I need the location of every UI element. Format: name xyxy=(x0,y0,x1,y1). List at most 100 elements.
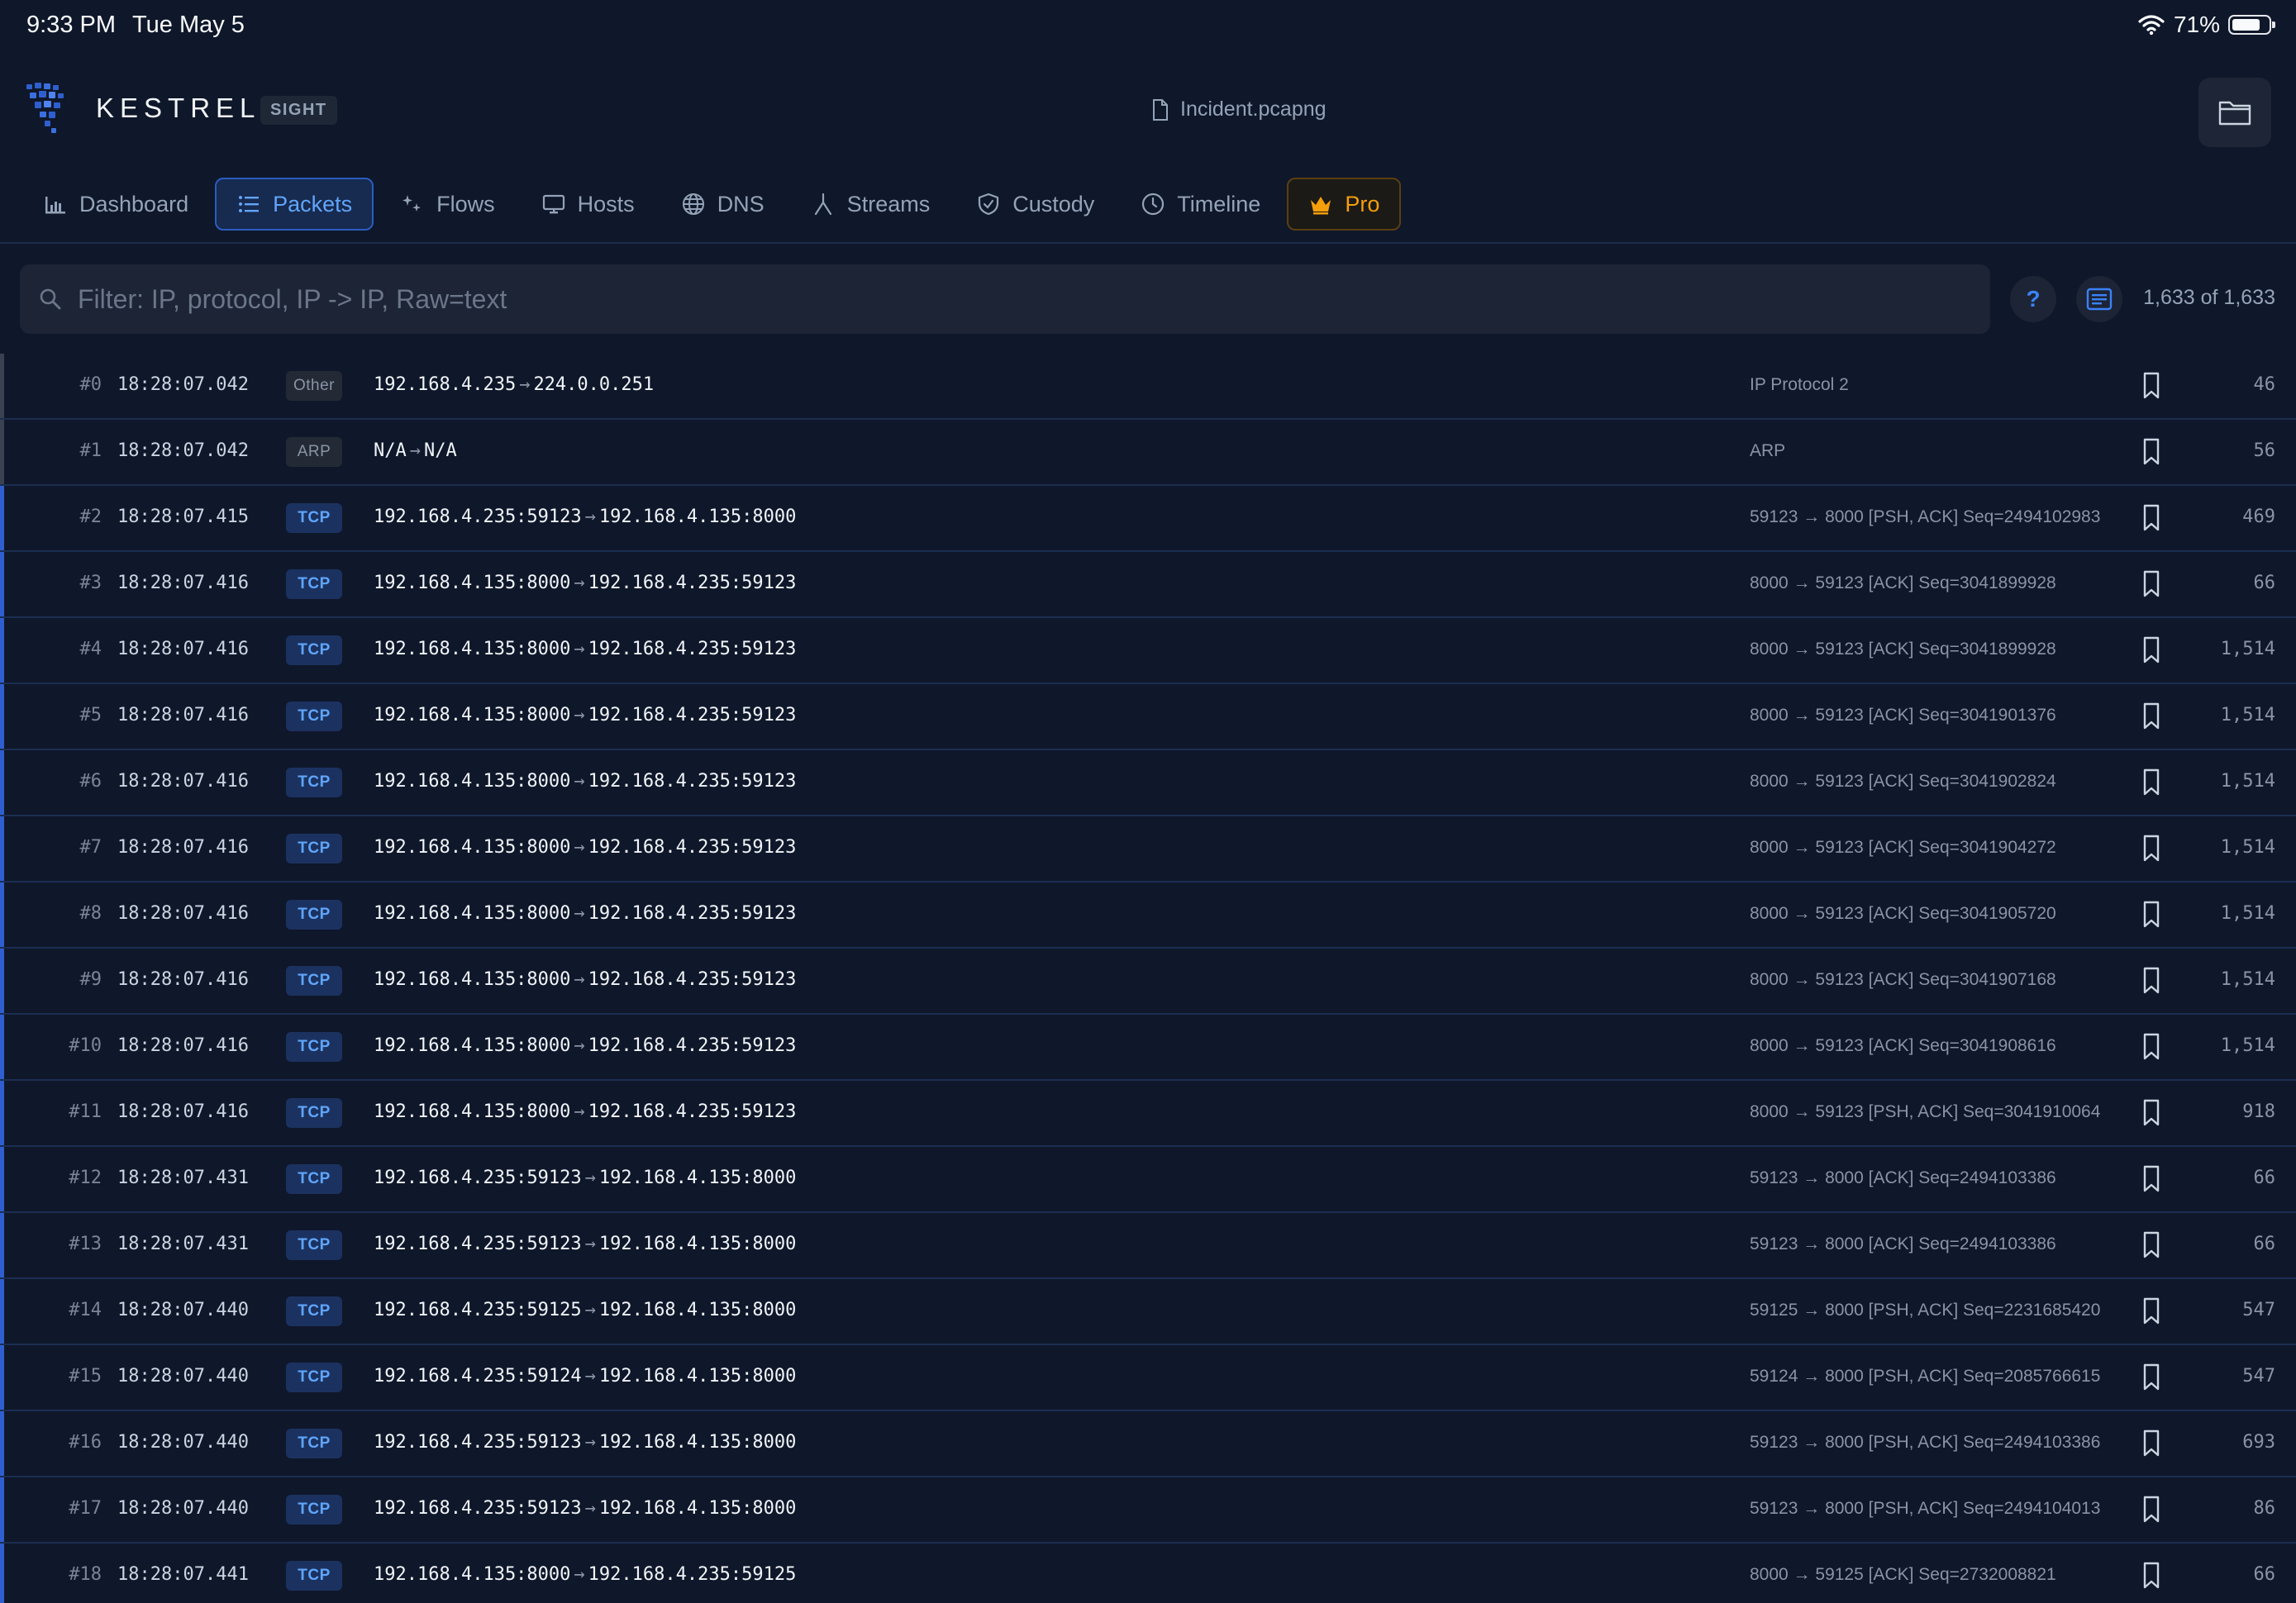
battery-icon xyxy=(2228,15,2275,35)
tab-label: Hosts xyxy=(577,191,635,216)
bookmark-icon[interactable] xyxy=(2142,1496,2160,1524)
bookmark-icon[interactable] xyxy=(2142,768,2160,797)
packet-info: 59125 → 8000 [PSH, ACK] Seq=2231685420 xyxy=(1750,1301,2101,1320)
filter-bar xyxy=(20,264,1990,334)
packet-row[interactable]: #10 18:28:07.416 TCP 192.168.4.135:8000 → 192… xyxy=(0,1015,2296,1081)
tab-label: Packets xyxy=(273,191,353,216)
packet-row[interactable]: #17 18:28:07.440 TCP 192.168.4.235:59123 → 19… xyxy=(0,1477,2296,1544)
row-accent xyxy=(0,1015,4,1079)
crown-icon xyxy=(1311,197,1331,215)
arrow-right-icon: → xyxy=(409,440,421,461)
packet-info: 59123 → 8000 [ACK] Seq=2494103386 xyxy=(1750,1234,2056,1253)
packet-number: #0 xyxy=(79,374,102,395)
question-icon: ? xyxy=(2026,286,2041,312)
packet-row[interactable]: #18 18:28:07.441 TCP 192.168.4.135:8000 → 192… xyxy=(0,1544,2296,1603)
fork-icon xyxy=(814,193,831,216)
packet-length: 469 xyxy=(2242,507,2275,527)
bookmark-icon[interactable] xyxy=(2142,372,2160,400)
source-address: N/A xyxy=(374,440,407,461)
status-bar: 9:33 PM Tue May 5 71% xyxy=(0,0,2296,53)
filter-help-button[interactable]: ? xyxy=(2010,276,2056,322)
destination-address: 192.168.4.235:59125 xyxy=(588,1564,797,1585)
destination-address: 192.168.4.135:8000 xyxy=(598,507,797,527)
detail-view-button[interactable] xyxy=(2076,276,2122,322)
destination-address: 192.168.4.135:8000 xyxy=(598,1234,797,1254)
row-accent xyxy=(0,354,4,418)
packet-row[interactable]: #5 18:28:07.416 TCP 192.168.4.135:8000 → 192.… xyxy=(0,684,2296,750)
bookmark-icon[interactable] xyxy=(2142,967,2160,995)
source-address: 192.168.4.235:59123 xyxy=(374,1498,582,1519)
bookmark-icon[interactable] xyxy=(2142,438,2160,466)
bookmark-icon[interactable] xyxy=(2142,1429,2160,1458)
packet-row[interactable]: #13 18:28:07.431 TCP 192.168.4.235:59123 → 19… xyxy=(0,1213,2296,1279)
packet-time: 18:28:07.416 xyxy=(117,903,249,924)
tab-label: Dashboard xyxy=(79,191,189,216)
tab-timeline[interactable]: Timeline xyxy=(1121,178,1280,231)
protocol-badge: TCP xyxy=(286,1561,342,1591)
packet-row[interactable]: #6 18:28:07.416 TCP 192.168.4.135:8000 → 192.… xyxy=(0,750,2296,816)
tab-hosts[interactable]: Hosts xyxy=(522,178,655,231)
tab-pro[interactable]: Pro xyxy=(1287,178,1402,231)
packet-row[interactable]: #12 18:28:07.431 TCP 192.168.4.235:59123 → 19… xyxy=(0,1147,2296,1213)
packet-row[interactable]: #7 18:28:07.416 TCP 192.168.4.135:8000 → 192.… xyxy=(0,816,2296,882)
tab-custody[interactable]: Custody xyxy=(956,178,1114,231)
protocol-badge: TCP xyxy=(286,1098,342,1128)
bookmark-icon[interactable] xyxy=(2142,504,2160,532)
packet-length: 1,514 xyxy=(2220,837,2275,858)
packet-info: 59124 → 8000 [PSH, ACK] Seq=2085766615 xyxy=(1750,1367,2101,1386)
open-folder-button[interactable] xyxy=(2198,78,2271,147)
packet-row[interactable]: #11 18:28:07.416 TCP 192.168.4.135:8000 → 192… xyxy=(0,1081,2296,1147)
arrow-right-icon: → xyxy=(584,1300,596,1320)
packet-row[interactable]: #8 18:28:07.416 TCP 192.168.4.135:8000 → 192.… xyxy=(0,882,2296,949)
source-address: 192.168.4.235:59123 xyxy=(374,507,582,527)
bookmark-icon[interactable] xyxy=(2142,1099,2160,1127)
status-indicators: 71% xyxy=(2137,12,2275,38)
bookmark-icon[interactable] xyxy=(2142,1231,2160,1259)
tab-packets[interactable]: Packets xyxy=(215,178,374,231)
packet-info: 8000 → 59125 [ACK] Seq=2732008821 xyxy=(1750,1565,2056,1584)
packet-row[interactable]: #1 18:28:07.042 ARP N/A → N/A ARP 56 xyxy=(0,420,2296,486)
main-tabs: Dashboard Packets Flows Hosts DNS Stream… xyxy=(23,177,1408,231)
bookmark-icon[interactable] xyxy=(2142,1363,2160,1391)
filter-input[interactable] xyxy=(76,283,1898,316)
packet-time: 18:28:07.440 xyxy=(117,1498,249,1519)
tab-dashboard[interactable]: Dashboard xyxy=(23,178,208,231)
row-accent xyxy=(0,1411,4,1476)
packet-row[interactable]: #4 18:28:07.416 TCP 192.168.4.135:8000 → 192.… xyxy=(0,618,2296,684)
bookmark-icon[interactable] xyxy=(2142,636,2160,664)
row-accent xyxy=(0,420,4,484)
arrow-right-icon: → xyxy=(574,705,585,725)
packet-row[interactable]: #9 18:28:07.416 TCP 192.168.4.135:8000 → 192.… xyxy=(0,949,2296,1015)
packet-row[interactable]: #3 18:28:07.416 TCP 192.168.4.135:8000 → 192.… xyxy=(0,552,2296,618)
packet-list[interactable]: #0 18:28:07.042 Other 192.168.4.235 → 224.0.0… xyxy=(0,354,2296,1603)
arrow-right-icon: → xyxy=(584,1498,596,1519)
arrow-right-icon: → xyxy=(574,837,585,858)
tab-flows[interactable]: Flows xyxy=(380,178,515,231)
packet-flow: 192.168.4.135:8000 → 192.168.4.235:59123 xyxy=(374,771,796,792)
bookmark-icon[interactable] xyxy=(2142,1297,2160,1325)
bookmark-icon[interactable] xyxy=(2142,901,2160,929)
source-address: 192.168.4.235:59123 xyxy=(374,1234,582,1254)
packet-row[interactable]: #0 18:28:07.042 Other 192.168.4.235 → 224.0.0… xyxy=(0,354,2296,420)
row-accent xyxy=(0,1081,4,1145)
packet-flow: 192.168.4.135:8000 → 192.168.4.235:59123 xyxy=(374,969,796,990)
packet-length: 1,514 xyxy=(2220,639,2275,659)
packet-info: 8000 → 59123 [ACK] Seq=3041904272 xyxy=(1750,838,2056,857)
packet-row[interactable]: #16 18:28:07.440 TCP 192.168.4.235:59123 → 19… xyxy=(0,1411,2296,1477)
bookmark-icon[interactable] xyxy=(2142,702,2160,730)
packet-info: 8000 → 59123 [PSH, ACK] Seq=3041910064 xyxy=(1750,1102,2101,1121)
bookmark-icon[interactable] xyxy=(2142,570,2160,598)
tab-dns[interactable]: DNS xyxy=(661,178,784,231)
tab-streams[interactable]: Streams xyxy=(791,178,950,231)
protocol-badge: TCP xyxy=(286,900,342,930)
packet-row[interactable]: #15 18:28:07.440 TCP 192.168.4.235:59124 → 19… xyxy=(0,1345,2296,1411)
bookmark-icon[interactable] xyxy=(2142,1562,2160,1590)
packet-row[interactable]: #14 18:28:07.440 TCP 192.168.4.235:59125 → 19… xyxy=(0,1279,2296,1345)
protocol-badge: TCP xyxy=(286,1296,342,1326)
packet-length: 1,514 xyxy=(2220,705,2275,725)
bookmark-icon[interactable] xyxy=(2142,1165,2160,1193)
bookmark-icon[interactable] xyxy=(2142,835,2160,863)
packet-row[interactable]: #2 18:28:07.415 TCP 192.168.4.235:59123 → 192… xyxy=(0,486,2296,552)
packet-time: 18:28:07.441 xyxy=(117,1564,249,1585)
bookmark-icon[interactable] xyxy=(2142,1033,2160,1061)
